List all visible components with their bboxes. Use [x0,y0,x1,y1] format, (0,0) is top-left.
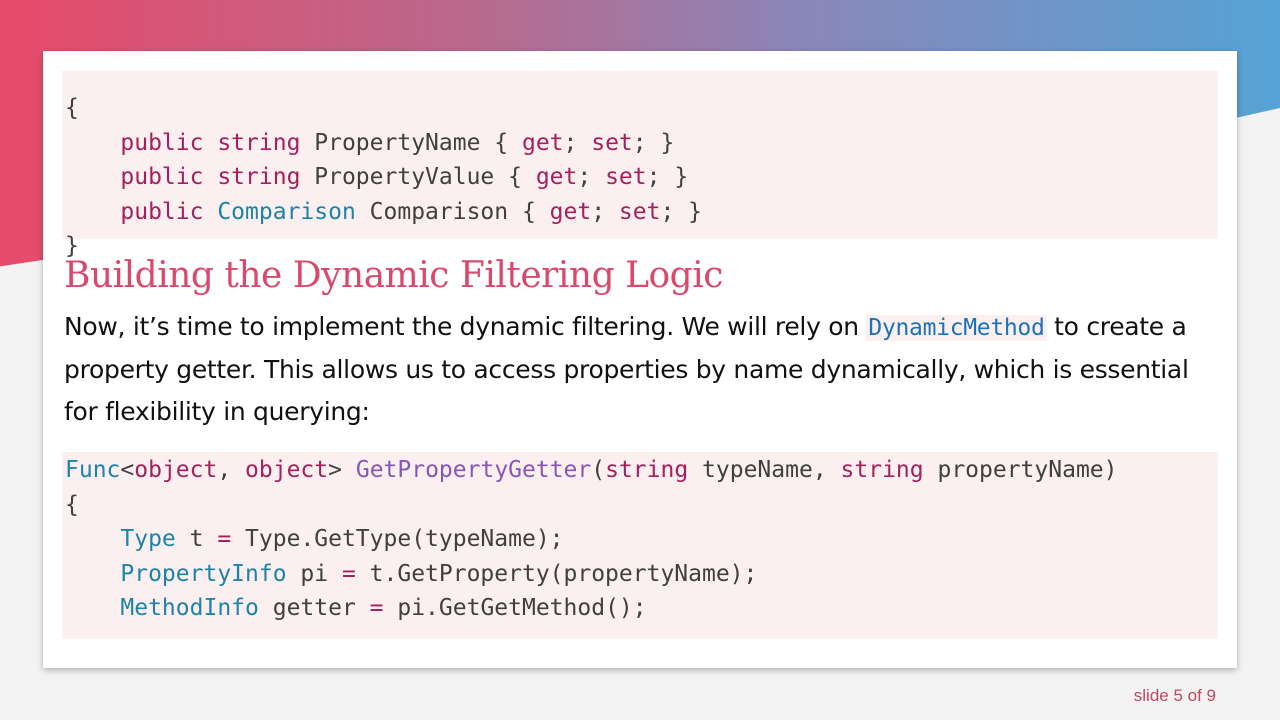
code-token: , [217,457,246,483]
code-token: ; [577,164,606,190]
code-token: string [605,457,703,483]
code-token: object [134,457,218,483]
code-token: ; [591,198,619,225]
code-token: Type [65,526,190,552]
code-token: propertyName) [937,457,1118,483]
code-block-property-getter: Func<object, object> GetPropertyGetter(s… [62,452,1218,639]
code-token: set [605,164,647,190]
code-token: GetPropertyGetter [355,457,592,483]
code-token: PropertyValue { [314,164,536,190]
code-token: Func [65,457,121,483]
code-token: Comparison [217,198,370,225]
code-token: string [217,164,315,190]
code-line: public Comparison Comparison { get; set;… [65,195,1218,230]
code-line: public string PropertyName { get; set; } [65,126,1218,161]
code-token: ; } [660,198,703,225]
code-token: = [341,560,370,587]
code-token: ; [563,129,592,156]
code-token: getter [272,595,370,621]
code-block-class-properties: { public string PropertyName { get; set;… [62,71,1218,259]
code-token: object [245,457,329,483]
code-token: = [217,526,246,552]
code-token: public [65,129,218,156]
slide-content-card: { public string PropertyName { get; set;… [43,51,1237,668]
inline-code-dynamicmethod: DynamicMethod [866,315,1047,341]
code-token: get [521,129,564,156]
code-token: pi.GetGetMethod(); [397,595,647,621]
section-heading: Building the Dynamic Filtering Logic [64,255,723,296]
code-token: { [65,95,79,121]
code-line: MethodInfo getter = pi.GetGetMethod(); [65,591,1218,626]
code-line: public string PropertyValue { get; set; … [65,160,1218,195]
code-token: public [65,198,218,225]
paragraph-text-before: Now, it’s time to implement the dynamic … [64,312,867,341]
code-token: PropertyName { [314,129,522,156]
code-token: ( [591,457,606,483]
code-token: PropertyInfo [65,560,301,587]
code-token: t [189,526,218,552]
code-token: t.GetProperty(propertyName); [369,560,758,587]
code-token: < [120,457,135,483]
code-token: = [369,595,398,621]
code-token: set [618,198,661,225]
code-token: public [65,164,218,190]
code-token: string [217,129,315,156]
code-token: ; } [632,129,675,156]
code-line: PropertyInfo pi = t.GetProperty(property… [65,557,1218,592]
code-token: > [328,457,356,483]
code-token: MethodInfo [65,595,273,621]
code-line: Func<object, object> GetPropertyGetter(s… [65,453,1218,488]
code-token: typeName, [702,457,841,483]
code-token: pi [300,560,342,587]
body-paragraph: Now, it’s time to implement the dynamic … [64,306,1224,433]
slide-counter: slide 5 of 9 [1133,686,1216,705]
code-token: Comparison { [369,198,550,225]
code-token: Type.GetType(typeName); [245,526,564,552]
code-line: Type t = Type.GetType(typeName); [65,522,1218,557]
code-line: { [65,488,1218,523]
code-token: get [549,198,592,225]
code-token: get [535,164,578,190]
code-token: { [65,491,79,518]
code-token: set [591,129,633,156]
code-token: string [840,457,938,483]
code-token: ; } [646,164,689,190]
code-line: { [65,91,1218,126]
